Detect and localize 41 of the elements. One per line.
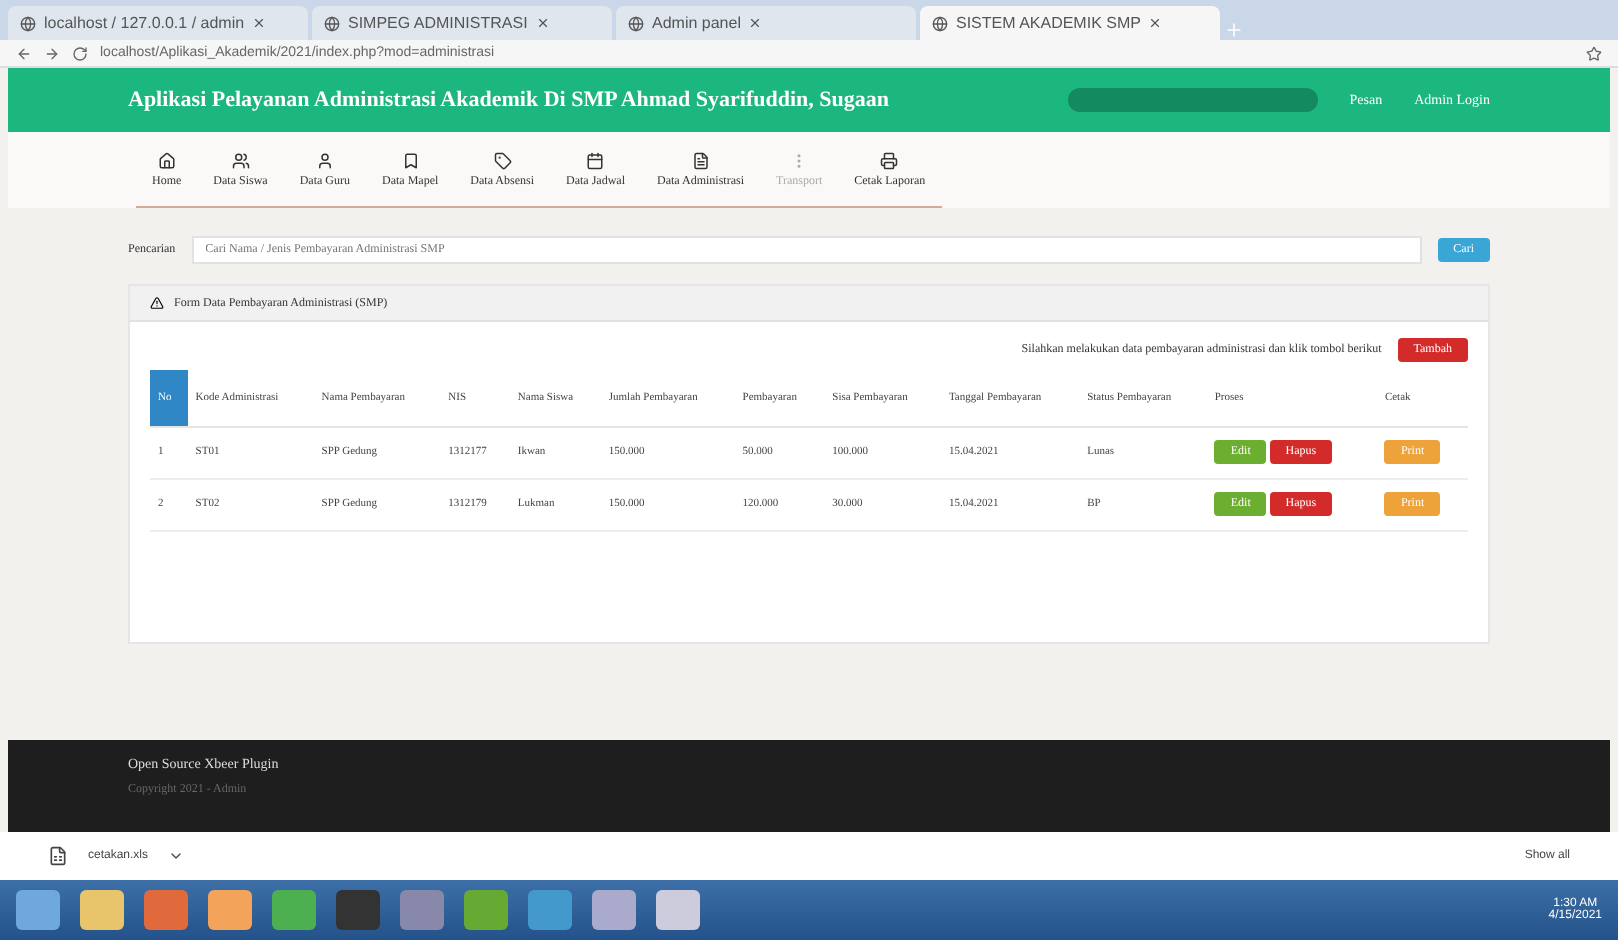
calendar-icon <box>586 151 605 169</box>
back-icon[interactable] <box>16 45 32 61</box>
document-icon <box>691 151 710 169</box>
browser-tab[interactable]: SISTEM AKADEMIK SMP <box>920 6 1220 40</box>
taskbar-app-icon[interactable] <box>400 890 444 930</box>
browser-tab[interactable]: SIMPEG ADMINISTRASI <box>312 6 612 40</box>
taskbar-app-icon[interactable] <box>272 890 316 930</box>
forward-icon[interactable] <box>44 45 60 61</box>
home-icon <box>157 151 176 169</box>
users-icon <box>231 151 250 169</box>
globe-icon <box>20 15 36 31</box>
taskbar-app-icon[interactable] <box>144 890 188 930</box>
browser-tab[interactable]: Admin panel <box>616 6 916 40</box>
taskbar-app-icon[interactable] <box>592 890 636 930</box>
user-icon <box>315 151 334 169</box>
reload-icon[interactable] <box>72 45 88 61</box>
taskbar-app-icon[interactable] <box>336 890 380 930</box>
new-tab-icon[interactable] <box>1224 20 1244 40</box>
taskbar-app-icon[interactable] <box>528 890 572 930</box>
app-title: Aplikasi Pelayanan Administrasi Akademik Di SMP Ahmad Syarifuddin, Sugaan <box>128 88 890 112</box>
star-icon[interactable] <box>1586 45 1602 61</box>
taskbar-app-icon[interactable] <box>656 890 700 930</box>
globe-icon <box>324 15 340 31</box>
search-pill[interactable] <box>1067 88 1318 112</box>
warning-icon <box>150 296 164 310</box>
taskbar-app-icon[interactable] <box>464 890 508 930</box>
close-icon[interactable] <box>535 16 550 30</box>
printer-icon <box>880 151 899 169</box>
taskbar-app-icon[interactable] <box>208 890 252 930</box>
browser-tab[interactable]: localhost / 127.0.0.1 / admin <box>8 6 308 40</box>
close-icon[interactable] <box>252 16 267 30</box>
taskbar-app-icon[interactable] <box>80 890 124 930</box>
close-icon[interactable] <box>748 16 763 30</box>
caret-icon[interactable] <box>168 848 185 864</box>
taskbar-app-icon[interactable] <box>16 890 60 930</box>
bookmark-icon <box>401 151 420 169</box>
tag-icon <box>493 151 512 169</box>
globe-icon <box>932 15 948 31</box>
globe-icon <box>628 15 644 31</box>
file-icon <box>48 846 68 866</box>
close-icon[interactable] <box>1148 16 1163 30</box>
